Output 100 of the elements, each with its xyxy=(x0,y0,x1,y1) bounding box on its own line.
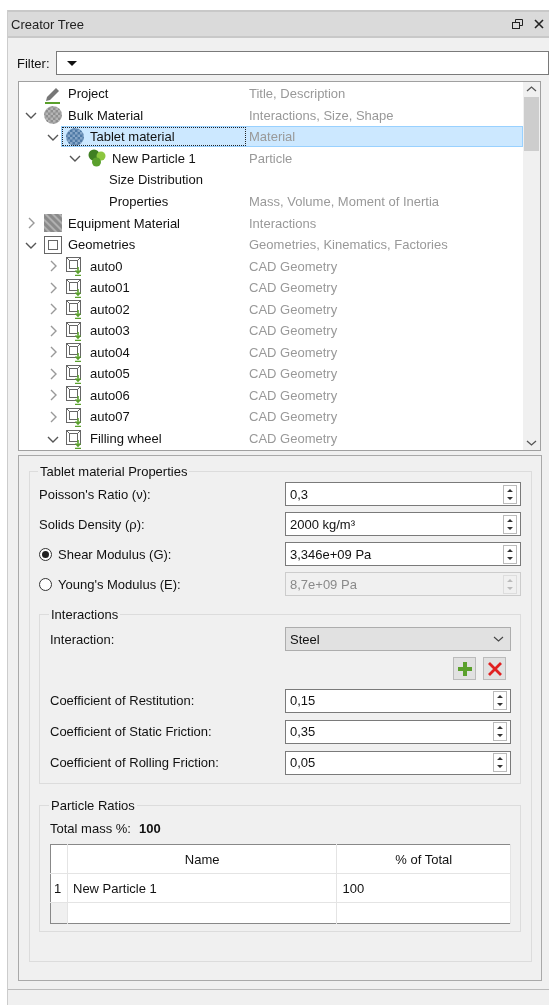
total-label: Total mass %: xyxy=(50,820,131,836)
tree-item-description: Particle xyxy=(248,150,293,166)
tree-item-label: auto01 xyxy=(90,280,130,296)
tree-item-description: Title, Description xyxy=(248,86,346,102)
close-icon[interactable] xyxy=(533,18,545,30)
spin-arrows-icon[interactable] xyxy=(493,691,507,710)
field-label: Interaction: xyxy=(50,631,115,647)
spin-arrows-icon[interactable] xyxy=(493,753,507,772)
group-title: Interactions xyxy=(50,607,120,622)
tree-item-description: CAD Geometry xyxy=(248,323,338,339)
tree-item-label: Geometries xyxy=(68,237,136,253)
column-header[interactable]: % of Total xyxy=(336,844,511,874)
tree-item-description: CAD Geometry xyxy=(248,431,338,446)
tree-row[interactable]: New Particle 1 Particle xyxy=(83,147,523,169)
delete-button[interactable] xyxy=(483,657,506,680)
tree-row[interactable]: Equipment Material Interactions xyxy=(39,212,523,234)
tree-row[interactable]: Properties Mass, Volume, Moment of Inertia xyxy=(105,191,523,212)
tree-item-label: Size Distribution xyxy=(109,172,203,188)
tree-item-description: CAD Geometry xyxy=(248,280,338,296)
tree-item-label: auto02 xyxy=(90,301,130,317)
spin-arrows-icon[interactable] xyxy=(503,544,517,564)
tree-item-label: auto03 xyxy=(90,323,130,339)
radio-button[interactable] xyxy=(39,547,52,561)
field-label: Solids Density (ρ): xyxy=(39,516,145,532)
tree-item-label: auto05 xyxy=(90,366,130,382)
tree-item-label: New Particle 1 xyxy=(112,150,196,166)
tree-item-description: CAD Geometry xyxy=(248,409,338,425)
group-title: Particle Ratios xyxy=(50,798,136,813)
tree-item-description: Mass, Volume, Moment of Inertia xyxy=(248,194,440,209)
chevron-icon[interactable] xyxy=(493,636,504,642)
tree-row[interactable]: Bulk Material Interactions, Size, Shape xyxy=(39,104,523,126)
tree-item-label: auto07 xyxy=(90,409,130,425)
tree-item-description: Interactions xyxy=(248,215,317,231)
tree-item-description: CAD Geometry xyxy=(248,301,338,317)
tree-item-label: Equipment Material xyxy=(68,215,180,231)
spin-field[interactable]: 3,346e+09 Pa xyxy=(285,542,521,566)
scrollbar[interactable] xyxy=(523,82,540,450)
field-label: Shear Modulus (G): xyxy=(58,546,172,562)
tree-row[interactable]: auto04 CAD Geometry xyxy=(61,341,523,363)
tree-row[interactable]: auto02 CAD Geometry xyxy=(61,298,523,320)
tree-item-description: Interactions, Size, Shape xyxy=(248,107,394,123)
tree-item-description: CAD Geometry xyxy=(248,366,338,382)
field-label: Coefficient of Rolling Friction: xyxy=(50,755,219,770)
tree-row[interactable]: Geometries Geometries, Kinematics, Factories xyxy=(39,234,523,256)
tree-item-description: CAD Geometry xyxy=(248,344,338,360)
hatched-square-icon xyxy=(43,213,63,234)
spin-field[interactable]: 0,05 xyxy=(285,750,511,775)
sphere-icon xyxy=(43,105,63,126)
group-title: Tablet material Properties xyxy=(39,464,189,479)
column-header[interactable]: Name xyxy=(67,844,337,874)
tree-item-label: Tablet material xyxy=(90,129,175,145)
frame-icon xyxy=(43,234,63,255)
table-cell: 100 xyxy=(336,873,511,903)
total-value: 100 xyxy=(138,820,161,836)
tree-item-description: CAD Geometry xyxy=(248,387,338,403)
tree-row[interactable]: auto07 CAD Geometry xyxy=(61,406,523,428)
plus-icon xyxy=(456,660,473,677)
spin-arrows-icon[interactable] xyxy=(493,722,507,741)
tree-item-description: Material xyxy=(248,129,296,145)
close-icon xyxy=(486,660,503,677)
tree-item-description: CAD Geometry xyxy=(248,258,338,274)
table-cell: New Particle 1 xyxy=(67,873,337,903)
interaction-dropdown[interactable]: Steel xyxy=(285,627,511,651)
spin-arrows-icon[interactable] xyxy=(503,514,517,534)
sphere-icon xyxy=(65,126,85,147)
tree-item-label: Project xyxy=(68,86,109,102)
tree-row[interactable]: Tablet material Material xyxy=(61,126,523,148)
field-label: Young's Modulus (E): xyxy=(58,576,181,592)
tree-row[interactable]: Size Distribution xyxy=(105,169,523,191)
tree-item-label: Filling wheel xyxy=(90,431,162,446)
dropdown-caret-icon[interactable] xyxy=(66,60,77,66)
tree-row[interactable]: auto0 CAD Geometry xyxy=(61,255,523,277)
field-label: Coefficient of Restitution: xyxy=(50,693,195,708)
tree-row[interactable]: Filling wheel CAD Geometry xyxy=(61,428,523,449)
field-label: Poisson's Ratio (ν): xyxy=(39,486,151,502)
spin-field[interactable]: 0,3 xyxy=(285,482,521,506)
tree-row[interactable]: Project Title, Description xyxy=(39,83,523,105)
spin-arrows-icon xyxy=(503,574,517,594)
spin-field[interactable]: 2000 kg/m³ xyxy=(285,512,521,536)
scrollbar-thumb[interactable] xyxy=(524,97,539,151)
spin-field: 8,7e+09 Pa xyxy=(285,572,521,596)
tree-row[interactable]: auto06 CAD Geometry xyxy=(61,384,523,406)
particles-icon xyxy=(87,148,107,169)
field-label: Coefficient of Static Friction: xyxy=(50,724,212,739)
tree-item-label: auto06 xyxy=(90,387,130,403)
spin-arrows-icon[interactable] xyxy=(503,484,517,504)
spin-field[interactable]: 0,35 xyxy=(285,719,511,744)
tree-item-label: auto04 xyxy=(90,344,130,360)
filter-field[interactable] xyxy=(55,51,549,75)
tree-item-label: Bulk Material xyxy=(68,107,144,123)
tree-row[interactable]: auto03 CAD Geometry xyxy=(61,320,523,342)
panel-title: Creator Tree xyxy=(11,16,85,32)
tree-row[interactable]: auto05 CAD Geometry xyxy=(61,363,523,385)
tree-item-label: Properties xyxy=(109,194,169,209)
tree-item-description: Geometries, Kinematics, Factories xyxy=(248,237,448,253)
tree-row[interactable]: auto01 CAD Geometry xyxy=(61,277,523,299)
tree-item-label: auto0 xyxy=(90,258,123,274)
float-icon[interactable] xyxy=(511,18,524,30)
spin-field[interactable]: 0,15 xyxy=(285,688,511,713)
filter-label: Filter: xyxy=(17,55,50,71)
